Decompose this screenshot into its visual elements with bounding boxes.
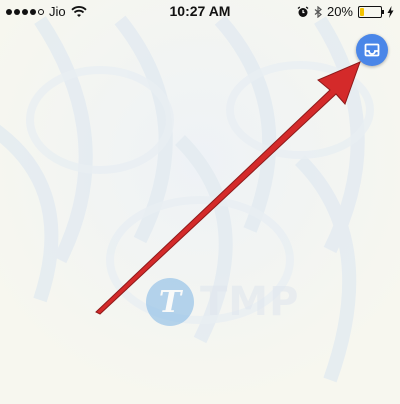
annotation-arrow — [95, 61, 361, 315]
watermark-text: TMP — [200, 279, 300, 325]
inbox-button[interactable] — [356, 34, 388, 66]
inbox-icon — [364, 43, 380, 57]
arrow-shape — [95, 61, 361, 315]
watermark: T TMP — [146, 278, 299, 326]
watermark-logo: T — [146, 278, 194, 326]
